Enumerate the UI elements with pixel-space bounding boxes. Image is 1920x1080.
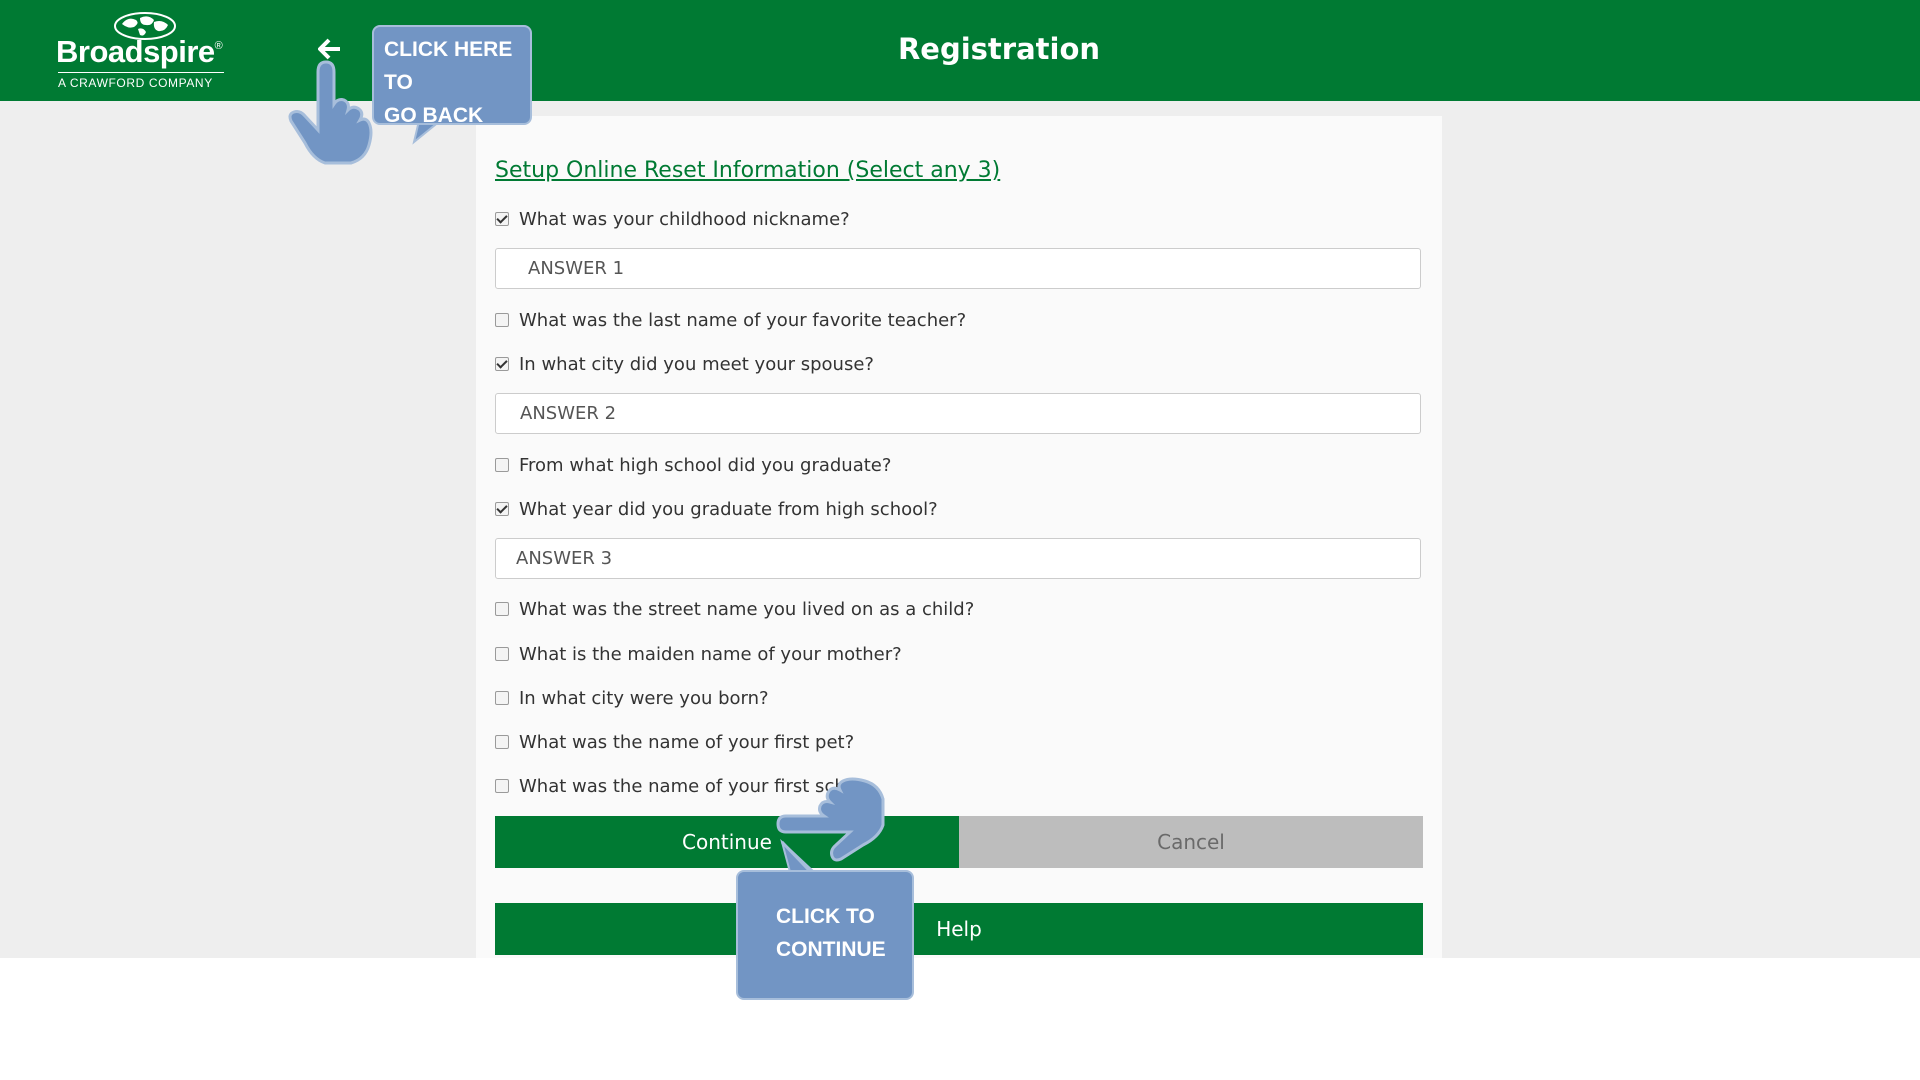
pointing-hand-icon <box>288 60 373 165</box>
callout-line: GO BACK <box>384 104 484 127</box>
back-tooltip-callout: CLICK HERE TO GO BACK <box>372 25 532 127</box>
callout-line: CLICK TO <box>776 905 875 928</box>
continue-tooltip-callout: CLICK TO CONTINUE <box>736 870 914 1000</box>
callout-line: CONTINUE <box>776 938 886 961</box>
callout-line: CLICK HERE TO <box>384 38 513 94</box>
tutorial-overlay <box>288 60 885 890</box>
pointing-hand-icon <box>776 777 885 862</box>
